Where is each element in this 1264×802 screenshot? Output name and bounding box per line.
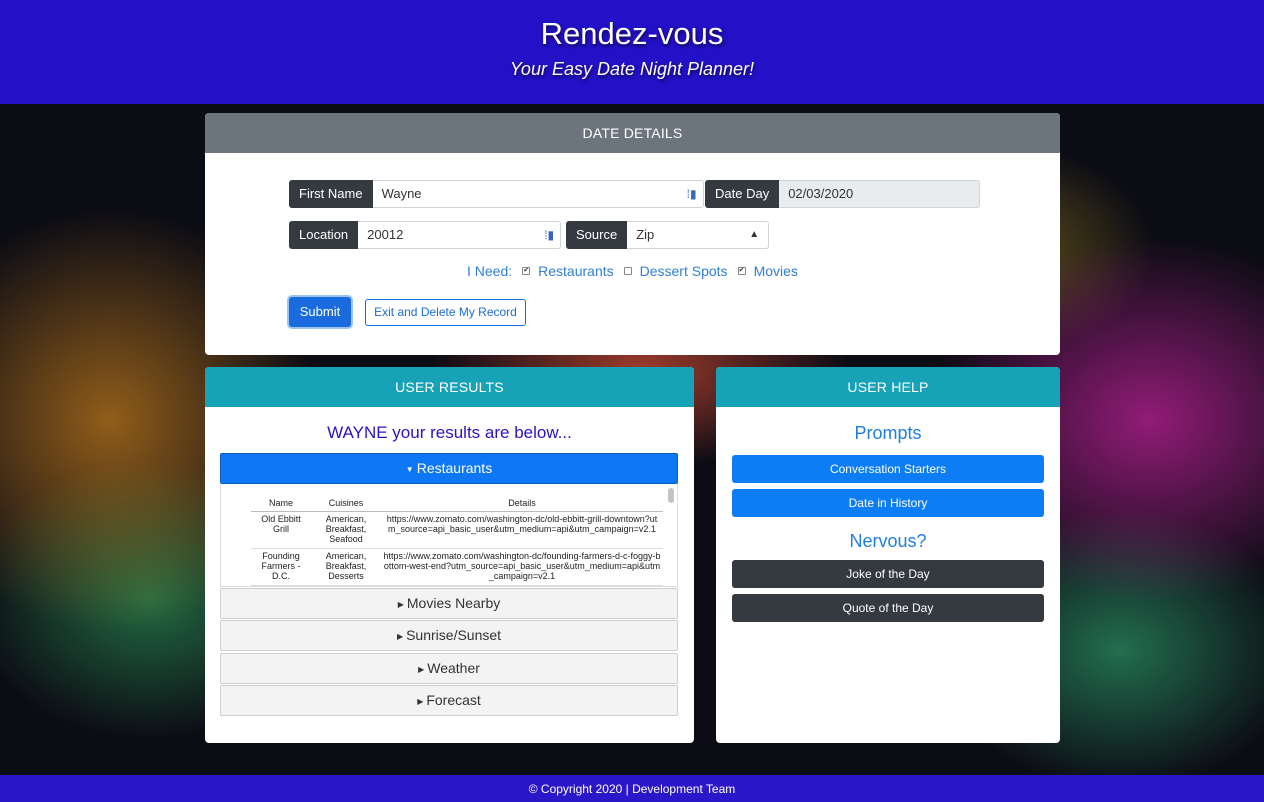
date-in-history-button[interactable]: Date in History xyxy=(732,489,1044,517)
panel-scrollbar[interactable] xyxy=(668,488,674,503)
restaurants-panel: Name Cuisines Details Old Ebbitt Grill A… xyxy=(220,484,678,587)
select-caret-icon: ▲ xyxy=(749,229,760,240)
dessert-spots-checkbox-label[interactable]: Dessert Spots xyxy=(640,263,728,279)
restaurants-checkbox[interactable]: ✔ xyxy=(522,267,531,275)
dessert-spots-checkbox[interactable] xyxy=(623,267,632,275)
restaurants-checkbox-label[interactable]: Restaurants xyxy=(538,263,613,279)
accordion-forecast[interactable]: ▶ Forecast xyxy=(220,685,678,716)
first-name-input[interactable]: Wayne ⁞▮ xyxy=(372,180,704,208)
results-greeting: WAYNE your results are below... xyxy=(327,423,572,442)
caret-down-icon: ▼ xyxy=(405,464,414,474)
exit-delete-button[interactable]: Exit and Delete My Record xyxy=(365,299,526,326)
needs-label: I Need: xyxy=(467,263,513,279)
accordion-restaurants[interactable]: ▼ Restaurants xyxy=(220,453,678,484)
table-row: Old Ebbitt Grill American, Breakfast, Se… xyxy=(251,511,663,549)
date-day-label: Date Day xyxy=(705,180,780,208)
source-value: Zip xyxy=(636,227,655,242)
row-cuisines: American, Breakfast, Seafood xyxy=(311,511,381,549)
row-cuisines: American, Breakfast, Desserts xyxy=(311,548,381,586)
accordion-forecast-label: Forecast xyxy=(426,692,481,708)
prompts-title: Prompts xyxy=(854,423,922,443)
page-subtitle: Your Easy Date Night Planner! xyxy=(509,59,755,79)
autofill-key-icon[interactable]: ⁞▮ xyxy=(687,181,697,207)
first-name-value: Wayne xyxy=(381,186,422,201)
caret-right-icon: ▶ xyxy=(417,696,424,706)
col-details-header: Details xyxy=(381,495,663,512)
user-help-card: USER HELP Prompts Conversation Starters … xyxy=(716,367,1060,743)
location-group: Location 20012 ⁞▮ xyxy=(289,221,562,249)
date-day-group: Date Day 02/03/2020 xyxy=(705,180,981,208)
date-details-heading: DATE DETAILS xyxy=(205,113,1060,153)
page-header: Rendez-vous Your Easy Date Night Planner… xyxy=(0,0,1264,104)
source-select[interactable]: Zip ▲ xyxy=(627,221,770,249)
accordion-sunrise-label: Sunrise/Sunset xyxy=(406,627,502,643)
row-details-link[interactable]: https://www.zomato.com/washington-dc/fou… xyxy=(381,548,663,586)
date-day-value: 02/03/2020 xyxy=(788,186,854,201)
row-details-link[interactable]: https://www.zomato.com/washington-dc/old… xyxy=(381,511,663,549)
accordion-restaurants-label: Restaurants xyxy=(416,460,493,476)
accordion-weather[interactable]: ▶ Weather xyxy=(220,653,678,684)
movies-checkbox[interactable]: ✔ xyxy=(737,267,746,275)
first-name-label: First Name xyxy=(289,180,373,208)
col-cuisines-header: Cuisines xyxy=(311,495,381,512)
table-row: Founding Farmers - D.C. American, Breakf… xyxy=(251,548,663,586)
restaurants-table: Name Cuisines Details Old Ebbitt Grill A… xyxy=(251,495,663,586)
caret-right-icon: ▶ xyxy=(418,664,425,674)
user-results-card: USER RESULTS WAYNE your results are belo… xyxy=(205,367,694,743)
page-title: Rendez-vous xyxy=(540,16,724,51)
row-name: Founding Farmers - D.C. xyxy=(251,548,311,586)
date-day-input[interactable]: 02/03/2020 xyxy=(779,180,981,208)
source-group: Source Zip ▲ xyxy=(566,221,770,249)
user-results-heading: USER RESULTS xyxy=(205,367,694,407)
caret-right-icon: ▶ xyxy=(396,631,404,641)
conversation-starters-button[interactable]: Conversation Starters xyxy=(732,455,1044,483)
submit-button[interactable]: Submit xyxy=(289,297,351,327)
movies-checkbox-label[interactable]: Movies xyxy=(754,263,798,279)
autofill-key-icon[interactable]: ⁞▮ xyxy=(544,222,554,248)
accordion-sunrise-sunset[interactable]: ▶ Sunrise/Sunset xyxy=(220,620,678,651)
row-name: Old Ebbitt Grill xyxy=(251,511,311,549)
page-footer: © Copyright 2020 | Development Team xyxy=(0,775,1264,802)
user-help-heading: USER HELP xyxy=(716,367,1060,407)
location-value: 20012 xyxy=(367,227,404,242)
joke-of-the-day-button[interactable]: Joke of the Day xyxy=(732,560,1044,588)
quote-of-the-day-button[interactable]: Quote of the Day xyxy=(732,594,1044,622)
first-name-group: First Name Wayne ⁞▮ xyxy=(289,180,704,208)
nervous-title: Nervous? xyxy=(849,531,927,551)
needs-checkboxes: I Need: ✔ Restaurants Dessert Spots ✔ Mo… xyxy=(467,263,798,279)
accordion-weather-label: Weather xyxy=(427,660,480,676)
date-details-card: DATE DETAILS First Name Wayne ⁞▮ Date Da… xyxy=(205,113,1060,355)
accordion-movies-nearby[interactable]: ▶ Movies Nearby xyxy=(220,588,678,619)
col-name-header: Name xyxy=(251,495,311,512)
location-label: Location xyxy=(289,221,359,249)
caret-right-icon: ▶ xyxy=(397,599,404,609)
location-input[interactable]: 20012 ⁞▮ xyxy=(358,221,562,249)
accordion-movies-label: Movies Nearby xyxy=(406,595,501,611)
source-label: Source xyxy=(566,221,628,249)
